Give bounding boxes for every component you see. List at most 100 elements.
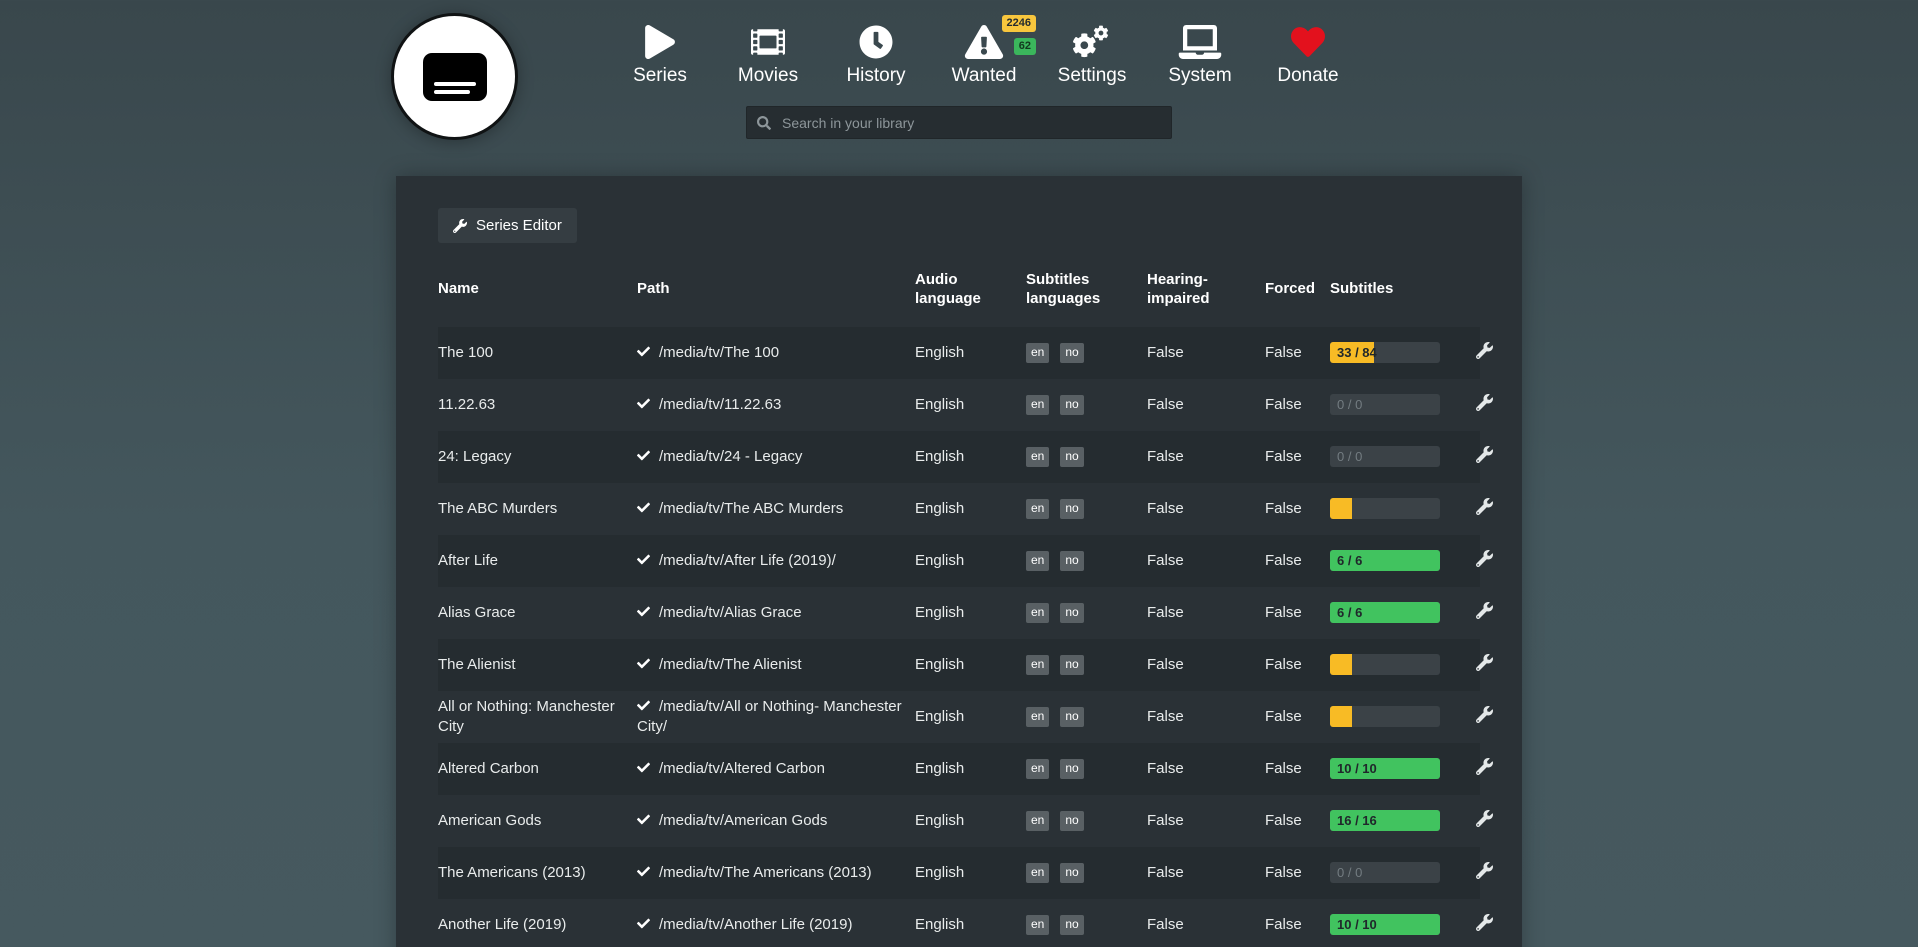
audio-language: English xyxy=(915,760,964,777)
forced-value: False xyxy=(1265,708,1302,725)
forced-value: False xyxy=(1265,812,1302,829)
series-name[interactable]: 24: Legacy xyxy=(438,447,637,467)
edit-series-button[interactable] xyxy=(1474,444,1495,465)
audio-language-cell: English xyxy=(915,707,1026,727)
language-badge: en xyxy=(1026,915,1049,935)
hearing-impaired-value: False xyxy=(1147,396,1184,413)
edit-series-button[interactable] xyxy=(1474,704,1495,725)
subtitle-languages-cell: enno xyxy=(1026,706,1147,727)
series-name[interactable]: The Alienist xyxy=(438,655,637,675)
language-badge: en xyxy=(1026,447,1049,467)
series-name[interactable]: Alias Grace xyxy=(438,603,637,623)
audio-language-cell: English xyxy=(915,343,1026,363)
edit-series-button[interactable] xyxy=(1474,860,1495,881)
subtitle-languages-cell: enno xyxy=(1026,394,1147,415)
series-name[interactable]: All or Nothing: Manchester City xyxy=(438,697,637,736)
hearing-impaired-cell: False xyxy=(1147,603,1265,623)
check-icon xyxy=(637,551,650,571)
actions-cell xyxy=(1474,912,1495,937)
check-icon xyxy=(637,499,650,519)
nav-settings[interactable]: Settings xyxy=(1038,22,1146,87)
hearing-impaired-cell: False xyxy=(1147,915,1265,935)
series-name[interactable]: 11.22.63 xyxy=(438,395,637,415)
series-path-text: /media/tv/American Gods xyxy=(659,812,827,829)
language-badge: en xyxy=(1026,655,1049,675)
series-path: /media/tv/11.22.63 xyxy=(637,395,915,415)
hearing-impaired-cell: False xyxy=(1147,655,1265,675)
nav-wanted[interactable]: 2246 62 Wanted xyxy=(930,22,1038,87)
search-input[interactable] xyxy=(780,114,1161,132)
header-hearing-impaired: Hearing-impaired xyxy=(1147,271,1265,309)
gears-icon xyxy=(1070,22,1114,62)
series-name[interactable]: The 100 xyxy=(438,343,637,363)
series-name[interactable]: The Americans (2013) xyxy=(438,863,637,883)
subtitles-progress-cell: 0 / 0 xyxy=(1330,446,1474,467)
warning-triangle-icon xyxy=(962,22,1006,62)
language-badge: en xyxy=(1026,551,1049,571)
series-path-text: /media/tv/The Americans (2013) xyxy=(659,864,872,881)
header-subtitles: Subtitles xyxy=(1330,280,1474,299)
nav-label: Series xyxy=(633,65,687,87)
subtitles-progress-bar: 10 / 10 xyxy=(1330,758,1440,779)
table-header: Name Path Audio language Subtitles langu… xyxy=(438,271,1480,327)
actions-cell xyxy=(1474,392,1495,417)
audio-language-cell: English xyxy=(915,499,1026,519)
series-name[interactable]: Altered Carbon xyxy=(438,759,637,779)
table-row: 24: Legacy /media/tv/24 - Legacy English… xyxy=(438,431,1480,483)
hearing-impaired-value: False xyxy=(1147,760,1184,777)
subtitle-languages-cell: enno xyxy=(1026,654,1147,675)
audio-language-cell: English xyxy=(915,915,1026,935)
edit-series-button[interactable] xyxy=(1474,496,1495,517)
subtitles-progress-bar: 16 / 16 xyxy=(1330,810,1440,831)
series-name-text: The Americans (2013) xyxy=(438,864,586,881)
series-name[interactable]: The ABC Murders xyxy=(438,499,637,519)
audio-language: English xyxy=(915,552,964,569)
series-path-text: /media/tv/11.22.63 xyxy=(659,396,781,413)
edit-series-button[interactable] xyxy=(1474,808,1495,829)
language-badge: no xyxy=(1060,551,1083,571)
forced-cell: False xyxy=(1265,863,1330,883)
edit-series-button[interactable] xyxy=(1474,340,1495,361)
edit-series-button[interactable] xyxy=(1474,548,1495,569)
actions-cell xyxy=(1474,548,1495,573)
forced-value: False xyxy=(1265,864,1302,881)
nav-series[interactable]: Series xyxy=(606,22,714,87)
subtitles-progress-cell: 10 / 10 xyxy=(1330,914,1474,935)
nav-history[interactable]: History xyxy=(822,22,930,87)
series-name-text: The 100 xyxy=(438,344,493,361)
actions-cell xyxy=(1474,756,1495,781)
bazarr-logo[interactable] xyxy=(391,13,518,140)
edit-series-button[interactable] xyxy=(1474,392,1495,413)
hearing-impaired-value: False xyxy=(1147,500,1184,517)
library-search xyxy=(746,106,1172,139)
series-name[interactable]: Another Life (2019) xyxy=(438,915,637,935)
nav-movies[interactable]: Movies xyxy=(714,22,822,87)
hearing-impaired-value: False xyxy=(1147,812,1184,829)
actions-cell xyxy=(1474,444,1495,469)
series-name[interactable]: After Life xyxy=(438,551,637,571)
hearing-impaired-value: False xyxy=(1147,604,1184,621)
subtitle-languages-cell: enno xyxy=(1026,550,1147,571)
series-editor-button[interactable]: Series Editor xyxy=(438,208,577,243)
language-badge: no xyxy=(1060,343,1083,363)
actions-cell xyxy=(1474,600,1495,625)
hearing-impaired-value: False xyxy=(1147,916,1184,933)
clock-icon xyxy=(854,22,898,62)
edit-series-button[interactable] xyxy=(1474,912,1495,933)
nav-donate[interactable]: Donate xyxy=(1254,22,1362,87)
subtitle-languages-cell: enno xyxy=(1026,862,1147,883)
forced-cell: False xyxy=(1265,603,1330,623)
nav-system[interactable]: System xyxy=(1146,22,1254,87)
table-row: Alias Grace /media/tv/Alias Grace Englis… xyxy=(438,587,1480,639)
series-name[interactable]: American Gods xyxy=(438,811,637,831)
forced-value: False xyxy=(1265,396,1302,413)
series-path-text: /media/tv/Another Life (2019) xyxy=(659,916,852,933)
edit-series-button[interactable] xyxy=(1474,652,1495,673)
hearing-impaired-cell: False xyxy=(1147,447,1265,467)
series-path-text: /media/tv/After Life (2019)/ xyxy=(659,552,836,569)
edit-series-button[interactable] xyxy=(1474,756,1495,777)
edit-series-button[interactable] xyxy=(1474,600,1495,621)
subtitles-progress-bar xyxy=(1330,498,1440,519)
audio-language-cell: English xyxy=(915,655,1026,675)
language-badge: no xyxy=(1060,499,1083,519)
